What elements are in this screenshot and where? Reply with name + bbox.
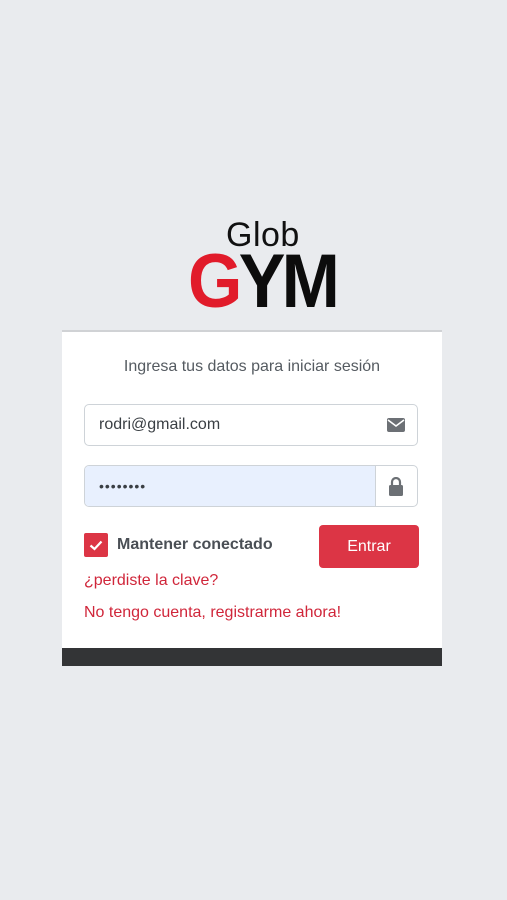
globgym-logo: Glob GYM bbox=[186, 216, 340, 320]
card-footer-bar bbox=[62, 648, 442, 666]
checkmark-icon bbox=[89, 540, 103, 551]
remember-label[interactable]: Mantener conectado bbox=[117, 536, 273, 554]
logo-ym-letters: YM bbox=[238, 239, 340, 324]
login-card: Ingresa tus datos para iniciar sesión Ma… bbox=[62, 330, 442, 666]
logo-gym-text: GYM bbox=[188, 244, 340, 320]
submit-button[interactable]: Entrar bbox=[319, 525, 419, 568]
register-link[interactable]: No tengo cuenta, registrarme ahora! bbox=[84, 604, 341, 622]
lock-icon bbox=[375, 466, 417, 506]
envelope-icon bbox=[375, 405, 417, 445]
login-subtitle: Ingresa tus datos para iniciar sesión bbox=[123, 358, 381, 375]
email-field-group bbox=[84, 404, 418, 446]
password-input[interactable] bbox=[85, 466, 376, 506]
remember-me: Mantener conectado bbox=[84, 533, 273, 557]
logo-g-letter: G bbox=[188, 239, 242, 324]
forgot-password-link[interactable]: ¿perdiste la clave? bbox=[84, 572, 218, 590]
password-field-group bbox=[84, 465, 418, 507]
remember-checkbox[interactable] bbox=[84, 533, 108, 557]
email-input[interactable] bbox=[85, 405, 375, 445]
